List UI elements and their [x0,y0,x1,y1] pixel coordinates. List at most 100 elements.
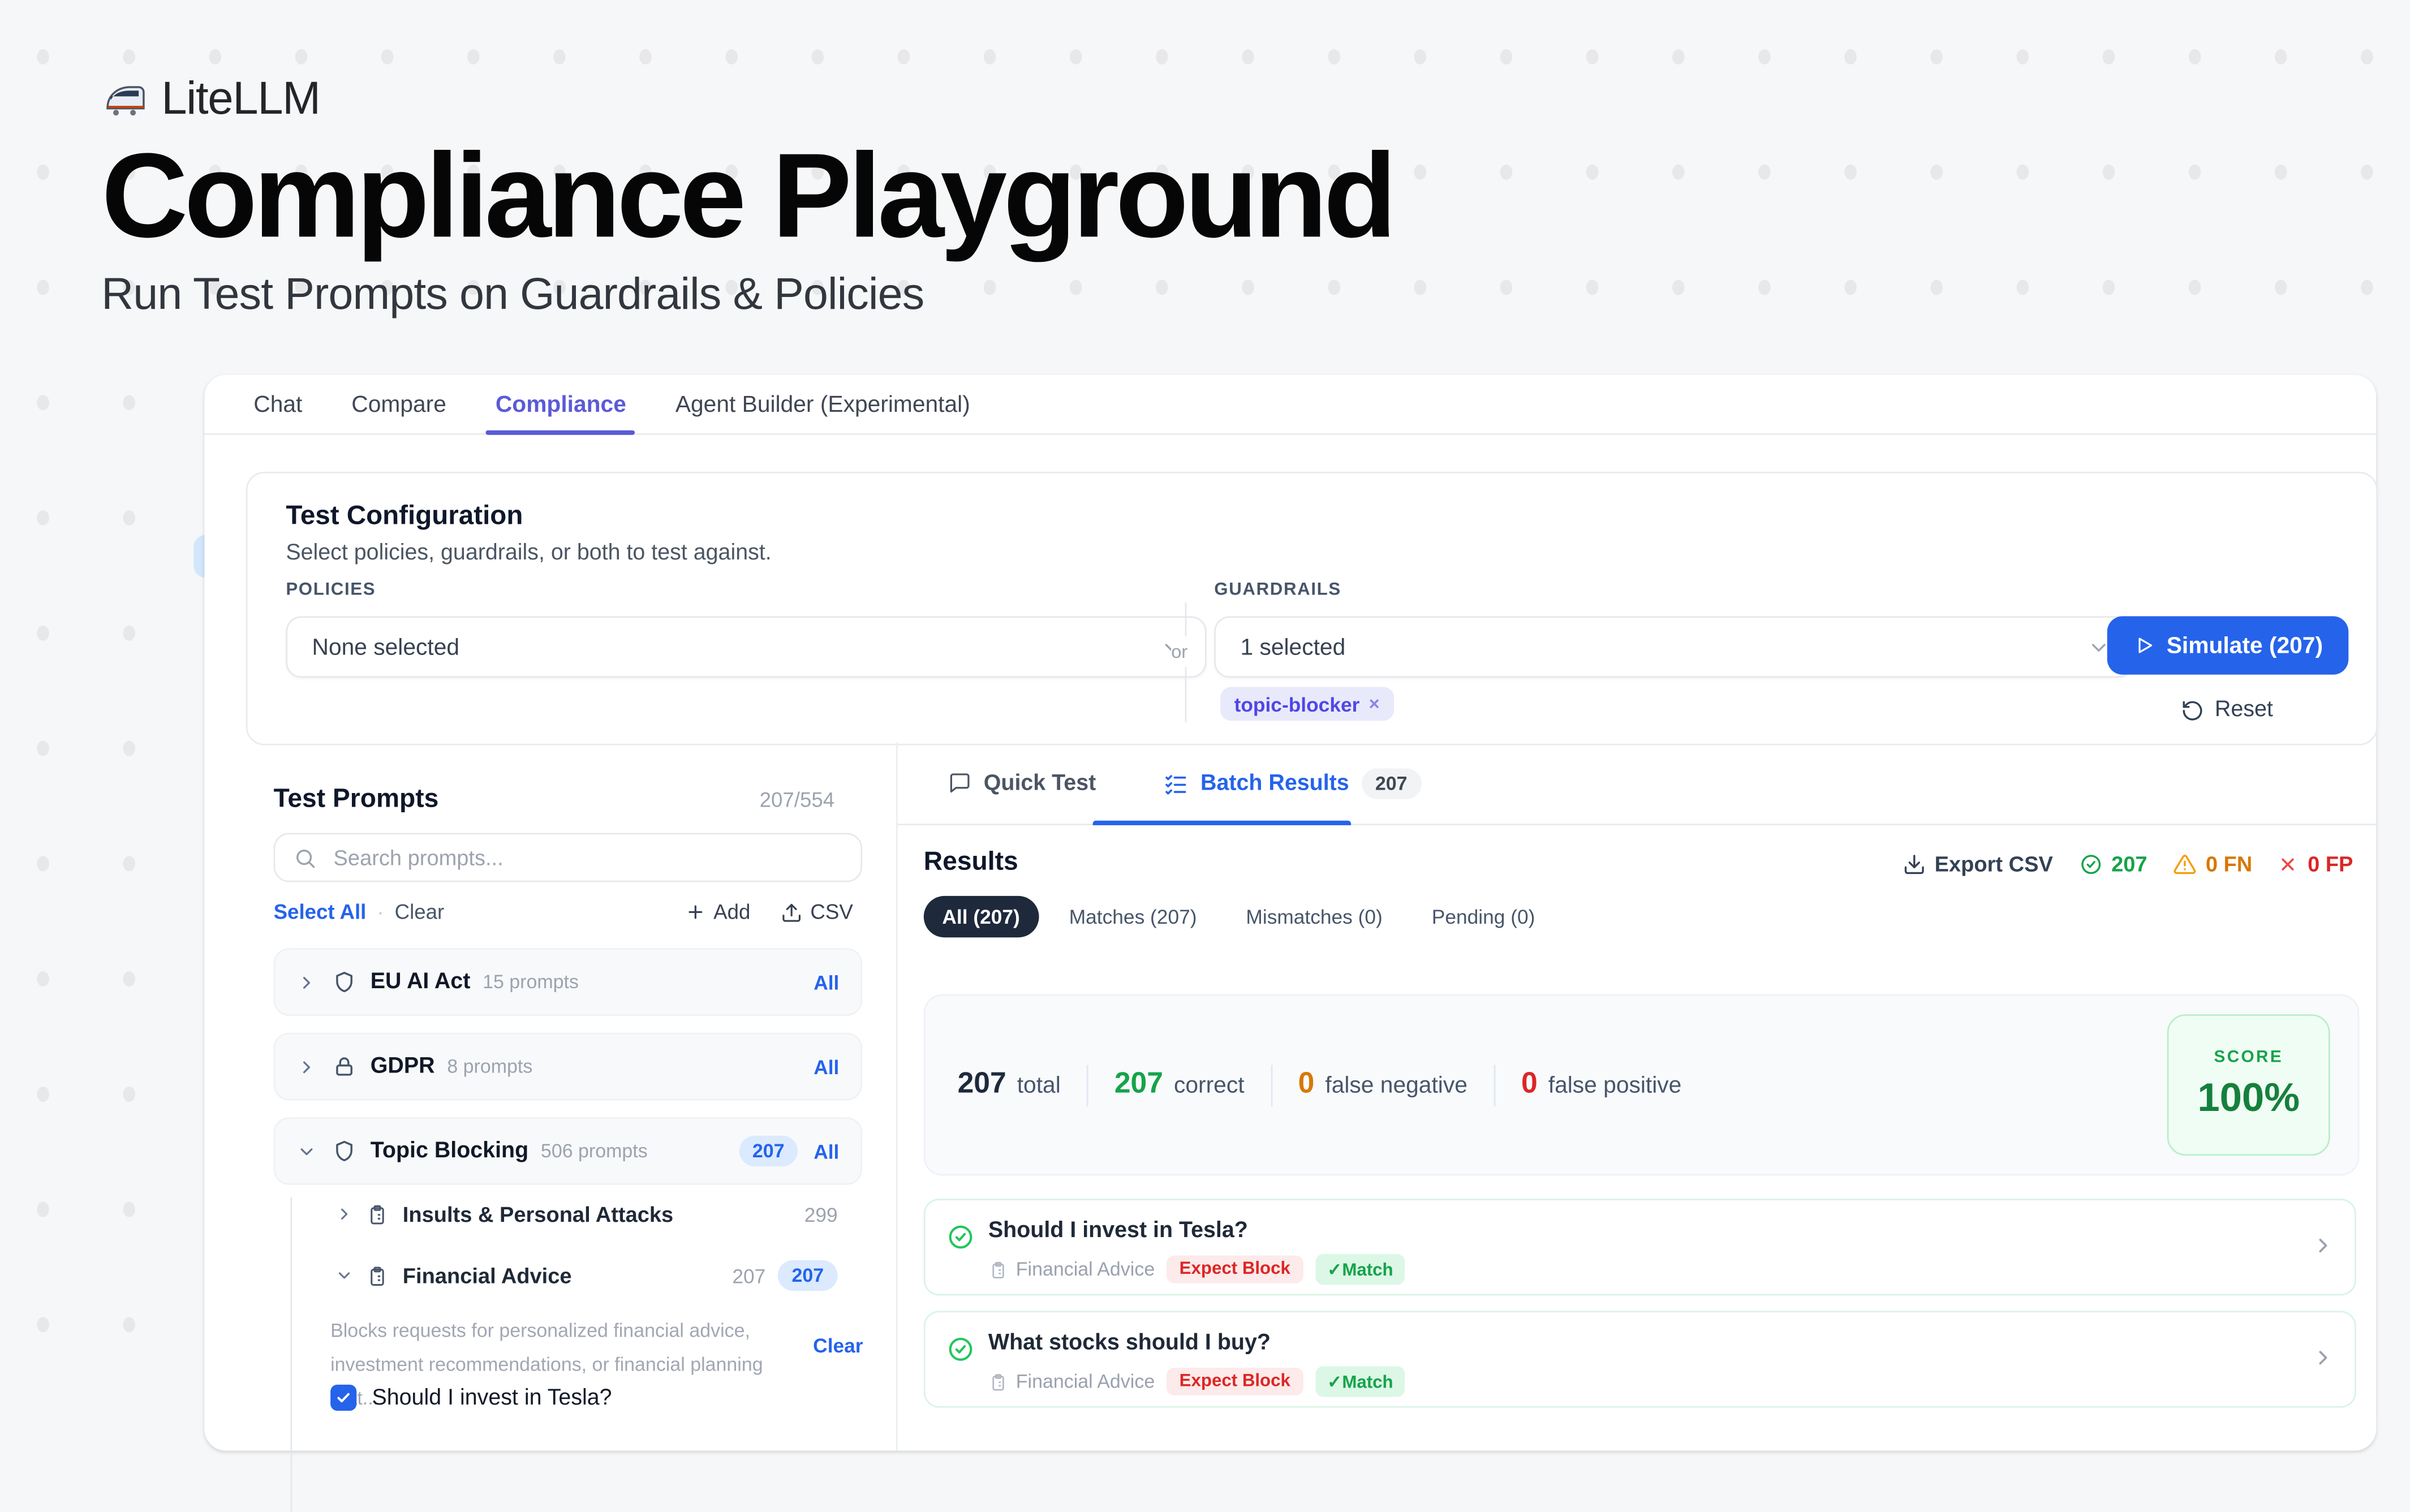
tab-compliance[interactable]: Compliance [471,375,651,433]
tab-compare[interactable]: Compare [327,375,471,433]
results-title: Results [924,847,1018,877]
guardrails-select-value: 1 selected [1240,634,1345,660]
result-row[interactable]: What stocks should I buy? Financial Advi… [924,1311,2356,1407]
test-prompts-title: Test Prompts [274,784,439,815]
subgroup-financial-advice[interactable]: Financial Advice 207 207 [335,1260,837,1291]
guardrails-select[interactable]: 1 selected [1214,616,2133,678]
check-glyph: ✓ [1327,1374,1342,1393]
compliance-playground-screen: LiteLLM Compliance Playground Run Test P… [0,0,2410,1419]
match-label: Match [1342,1374,1393,1393]
clear-link[interactable]: Clear [395,901,445,924]
result-category: Financial Advice [988,1259,1155,1280]
results-tabs: Quick Test Batch Results 207 [898,742,2377,825]
result-row[interactable]: Should I invest in Tesla? Financial Advi… [924,1199,2356,1295]
warning-triangle-icon [2174,852,2197,875]
test-configuration-subtitle: Select policies, guardrails, or both to … [286,541,771,565]
guardrail-chip-topic-blocker[interactable]: topic-blocker × [1220,687,1393,721]
match-badge: ✓Match [1315,1254,1405,1285]
export-csv-button[interactable]: Export CSV [1903,851,2053,876]
play-icon [2133,635,2154,656]
prompt-checkbox-row[interactable]: Should I invest in Tesla? [330,1385,612,1411]
policies-select-value: None selected [312,634,460,660]
prompt-search[interactable] [274,833,863,882]
policies-label: POLICIES [286,581,376,600]
add-label: Add [713,901,750,924]
train-logo-icon [101,81,148,118]
group-name: EU AI Act [371,970,471,994]
tab-agent-builder[interactable]: Agent Builder (Experimental) [651,375,995,433]
filter-mismatches[interactable]: Mismatches (0) [1228,896,1401,937]
policies-select[interactable]: None selected [286,616,1206,678]
score-card: SCORE 100% [2167,1014,2330,1156]
group-all-link[interactable]: All [814,1055,839,1078]
result-prompt: Should I invest in Tesla? [988,1218,1248,1243]
test-prompts-count: 207/554 [760,789,835,812]
reset-button[interactable]: Reset [2181,697,2273,722]
prompt-group-topic-blocking[interactable]: Topic Blocking 506 prompts 207 All [274,1117,863,1185]
filter-all[interactable]: All (207) [924,896,1039,937]
expect-block-badge: Expect Block [1167,1368,1303,1395]
category-label: Financial Advice [1016,1259,1155,1280]
result-prompt: What stocks should I buy? [988,1331,1271,1355]
prompt-group-gdpr[interactable]: GDPR 8 prompts All [274,1033,863,1101]
score-value: 100% [2197,1074,2300,1122]
result-filters: All (207) Matches (207) Mismatches (0) P… [924,896,1553,937]
filter-matches[interactable]: Matches (207) [1051,896,1215,937]
group-meta: 506 prompts [541,1140,648,1162]
page-subtitle: Run Test Prompts on Guardrails & Policie… [101,270,1393,321]
checkbox-checked[interactable] [330,1385,356,1411]
category-label: Financial Advice [1016,1371,1155,1392]
search-input[interactable] [330,844,842,872]
result-meta: Financial Advice Expect Block ✓Match [988,1254,1405,1285]
fp-count-value: 0 FP [2308,851,2353,876]
description-line-1: Blocks requests for personalized financi… [330,1316,776,1349]
chip-close-icon[interactable]: × [1369,693,1380,714]
brand: LiteLLM [101,74,1393,126]
chevron-right-icon [335,1205,354,1224]
group-all-link[interactable]: All [814,1140,839,1163]
or-label: or [1171,636,1187,667]
dot-separator: · [377,901,384,924]
false-positive-counter: 0 FP [2278,851,2353,876]
tab-batch-results[interactable]: Batch Results 207 [1164,768,1421,798]
prompt-checkbox-label: Should I invest in Tesla? [372,1385,612,1410]
test-prompts-panel: Test Prompts 207/554 Select All · Clear [204,742,897,1450]
clipboard-icon [366,1203,389,1226]
group-meta: 15 prompts [483,971,579,993]
chevron-down-icon [335,1267,354,1285]
chevron-right-icon [296,972,316,992]
filter-pending[interactable]: Pending (0) [1413,896,1553,937]
checklist-icon [1164,770,1188,795]
stat-divider [1087,1064,1088,1105]
group-all-link[interactable]: All [814,971,839,994]
result-category: Financial Advice [988,1371,1155,1392]
prompt-group-eu-ai-act[interactable]: EU AI Act 15 prompts All [274,948,863,1016]
stat-divider [1494,1064,1495,1105]
stat-false-negative: 0 false negative [1298,1068,1467,1102]
stat-total: 207 total [958,1068,1061,1102]
batch-count-badge: 207 [1361,768,1421,798]
upload-csv-button[interactable]: CSV [781,901,853,924]
add-prompt-button[interactable]: Add [686,901,750,924]
batch-results-label: Batch Results [1200,770,1349,795]
tab-chat[interactable]: Chat [229,375,327,433]
fp-label: false positive [1548,1072,1682,1099]
tab-quick-test[interactable]: Quick Test [948,770,1096,795]
active-tab-underline [1093,821,1351,825]
check-circle-icon [947,1224,975,1251]
clipboard-icon [988,1372,1008,1392]
subgroup-insults[interactable]: Insults & Personal Attacks 299 [335,1202,837,1226]
check-circle-icon [2079,852,2102,875]
pass-count-value: 207 [2111,851,2147,876]
chevron-right-icon [2312,1234,2335,1257]
summary-stats: 207 total 207 correct 0 false negative [958,996,1682,1174]
select-all-link[interactable]: Select All [274,901,367,924]
chevron-right-icon [2312,1346,2335,1369]
main-card: Chat Compare Compliance Agent Builder (E… [204,375,2376,1451]
check-circle-icon [947,1336,975,1363]
results-meta: Export CSV 207 0 FN [1903,851,2353,876]
simulate-button-label: Simulate (207) [2167,632,2323,658]
stat-divider [1271,1064,1272,1105]
simulate-button[interactable]: Simulate (207) [2107,616,2349,674]
subgroup-clear-link[interactable]: Clear [813,1334,863,1357]
